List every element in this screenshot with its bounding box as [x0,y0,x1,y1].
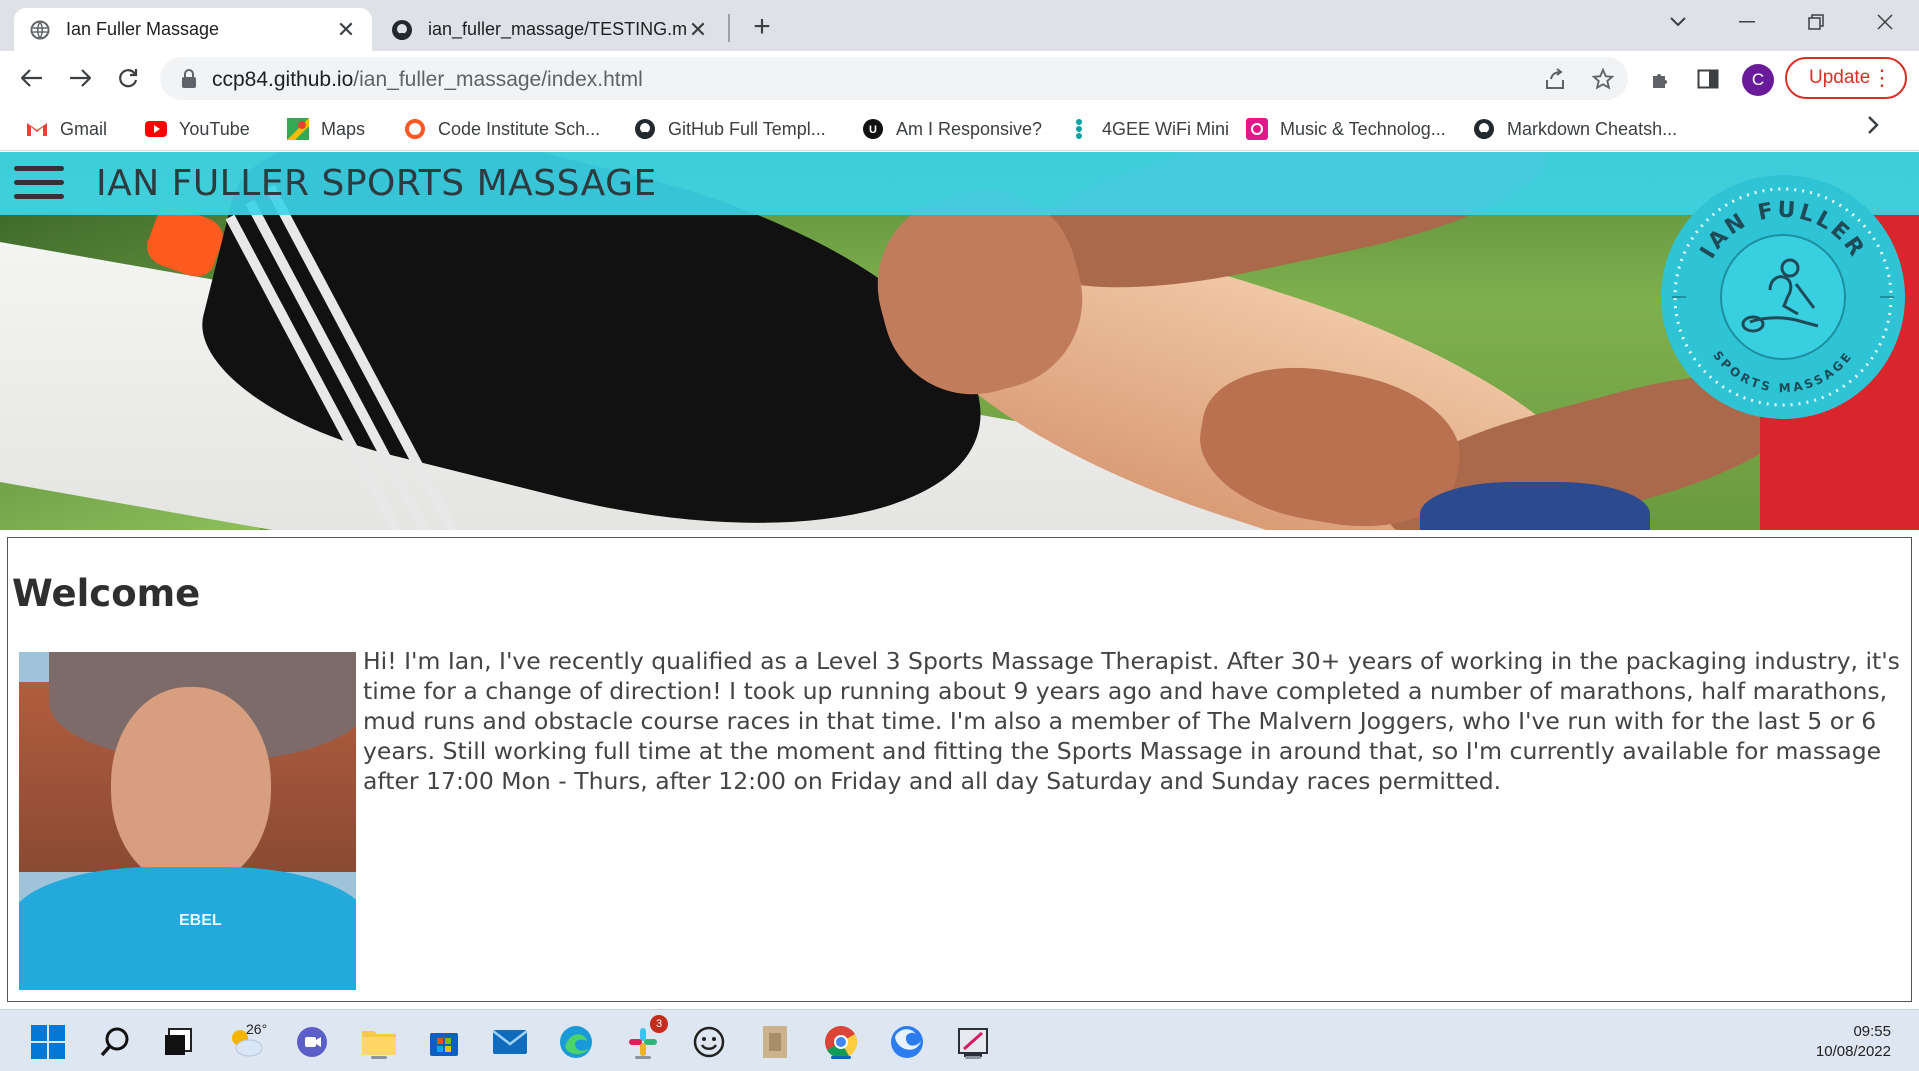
clock-time: 09:55 [1853,1023,1891,1040]
tab-title: Ian Fuller Massage [66,19,220,39]
bookmark-label: Maps [321,118,366,139]
tab-separator [728,14,730,42]
slack-icon[interactable]: 3 [624,1015,668,1061]
search-icon[interactable] [96,1023,134,1061]
bookmark-label: Am I Responsive? [896,118,1043,139]
update-button[interactable]: Update ⋮ [1785,57,1907,99]
microsoft-store-icon[interactable] [425,1023,463,1061]
running-indicator [371,1056,387,1059]
maps-icon [287,118,309,140]
weather-temperature: 26° [246,1021,268,1037]
bookmark-label: Markdown Cheatsh... [1507,118,1678,139]
task-view-icon[interactable] [159,1023,197,1061]
lock-icon[interactable] [180,68,202,90]
forward-button[interactable] [62,60,98,96]
back-button[interactable] [14,60,50,96]
tab-title: ian_fuller_massage/TESTING.md [428,19,686,39]
portrait-shirt-text: EBEL [179,912,222,929]
welcome-section: Welcome EBEL Hi! I'm Ian, I've recently … [7,537,1912,1002]
address-bar[interactable]: ccp84.github.io/ian_fuller_massage/index… [160,57,1628,100]
github-icon [634,118,656,140]
amiresponsive-icon: U [862,118,884,140]
github-icon [1473,118,1495,140]
brand-logo: IAN FULLER SPORTS MASSAGE [1658,172,1908,422]
close-icon[interactable]: ✕ [334,17,358,42]
profile-avatar[interactable]: C [1742,64,1774,96]
bookmark-youtube[interactable]: YouTube [145,114,250,144]
bookmark-label: Code Institute Sch... [438,118,601,139]
globe-icon [28,18,52,42]
star-icon[interactable] [1590,66,1616,92]
gmail-icon [26,118,48,140]
windows-taskbar: 26° 3 09:55 10/08/2022 [0,1009,1919,1071]
tab-testing-md[interactable]: ian_fuller_massage/TESTING.md ✕ [376,8,724,51]
bookmarks-bar: Gmail YouTube Maps Code Institute Sch...… [0,106,1919,151]
site-title[interactable]: IAN FULLER SPORTS MASSAGE [96,163,657,204]
edge-browser-icon[interactable] [557,1023,595,1061]
windows-start-icon[interactable] [29,1023,67,1061]
reload-button[interactable] [110,60,146,96]
browser-toolbar: ccp84.github.io/ian_fuller_massage/index… [0,51,1919,106]
site-nav-bar: IAN FULLER SPORTS MASSAGE [0,152,1919,215]
system-clock[interactable]: 09:55 10/08/2022 [1816,1022,1891,1062]
bookmark-markdown-cheatsheet[interactable]: Markdown Cheatsh... [1473,114,1677,144]
url-text[interactable]: ccp84.github.io/ian_fuller_massage/index… [212,68,643,92]
browser-tab-strip: Ian Fuller Massage ✕ ian_fuller_massage/… [0,0,1919,51]
share-icon[interactable] [1542,66,1568,92]
bookmark-label: GitHub Full Templ... [668,118,826,139]
smiley-app-icon[interactable] [690,1023,728,1061]
update-label: Update [1809,67,1871,88]
bookmark-music-technology[interactable]: Music & Technolog... [1246,114,1446,144]
new-tab-button[interactable]: + [745,10,779,44]
website-viewport: IAN FULLER SPORTS MASSAGE IAN FULLER SPO… [0,152,1919,1009]
welcome-heading: Welcome [12,572,201,615]
intro-paragraph: Hi! I'm Ian, I've recently qualified as … [363,647,1900,795]
extensions-puzzle-icon[interactable] [1645,63,1677,95]
running-indicator [965,1056,981,1059]
bookmark-label: Gmail [60,118,108,139]
firefox-icon[interactable] [888,1023,926,1061]
side-panel-icon[interactable] [1692,63,1724,95]
tab-ian-fuller-massage[interactable]: Ian Fuller Massage ✕ [14,8,372,51]
running-indicator-active [831,1056,851,1059]
notepad-app-icon[interactable] [756,1023,794,1061]
bookmark-maps[interactable]: Maps [287,114,365,144]
bookmark-label: 4GEE WiFi Mini [1102,118,1230,139]
music-icon [1246,118,1268,140]
portrait-photo: EBEL [19,652,356,990]
teams-chat-icon[interactable] [293,1023,331,1061]
notification-badge: 3 [650,1015,668,1033]
mail-icon[interactable] [491,1023,529,1061]
editor-app-icon[interactable] [954,1023,992,1061]
running-indicator [635,1056,651,1059]
chevron-right-icon[interactable] [1867,114,1879,142]
svg-text:U: U [869,124,877,136]
hamburger-menu-icon[interactable] [14,166,64,204]
chrome-icon[interactable] [822,1023,860,1061]
ee-icon [1068,118,1090,140]
restore-button[interactable] [1796,4,1836,40]
url-host: ccp84.github.io [212,68,354,91]
bookmark-am-i-responsive[interactable]: U Am I Responsive? [862,114,1042,144]
bookmark-github-full-template[interactable]: GitHub Full Templ... [634,114,826,144]
bookmark-gmail[interactable]: Gmail [26,114,107,144]
code-institute-icon [404,118,426,140]
tab-search-chevron-down-icon[interactable] [1658,4,1698,40]
bookmark-label: Music & Technolog... [1280,118,1446,139]
bookmark-code-institute[interactable]: Code Institute Sch... [404,114,600,144]
minimize-button[interactable] [1727,4,1767,40]
close-window-button[interactable] [1865,4,1905,40]
youtube-icon [145,118,167,140]
close-icon[interactable]: ✕ [686,17,710,42]
clock-date: 10/08/2022 [1815,1043,1891,1060]
file-explorer-icon[interactable] [360,1023,398,1061]
url-path: /ian_fuller_massage/index.html [353,68,643,91]
more-vert-icon[interactable]: ⋮ [1871,65,1893,91]
github-icon [390,18,414,42]
bookmark-label: YouTube [179,118,250,139]
bookmark-4gee-wifi[interactable]: 4GEE WiFi Mini [1068,114,1229,144]
